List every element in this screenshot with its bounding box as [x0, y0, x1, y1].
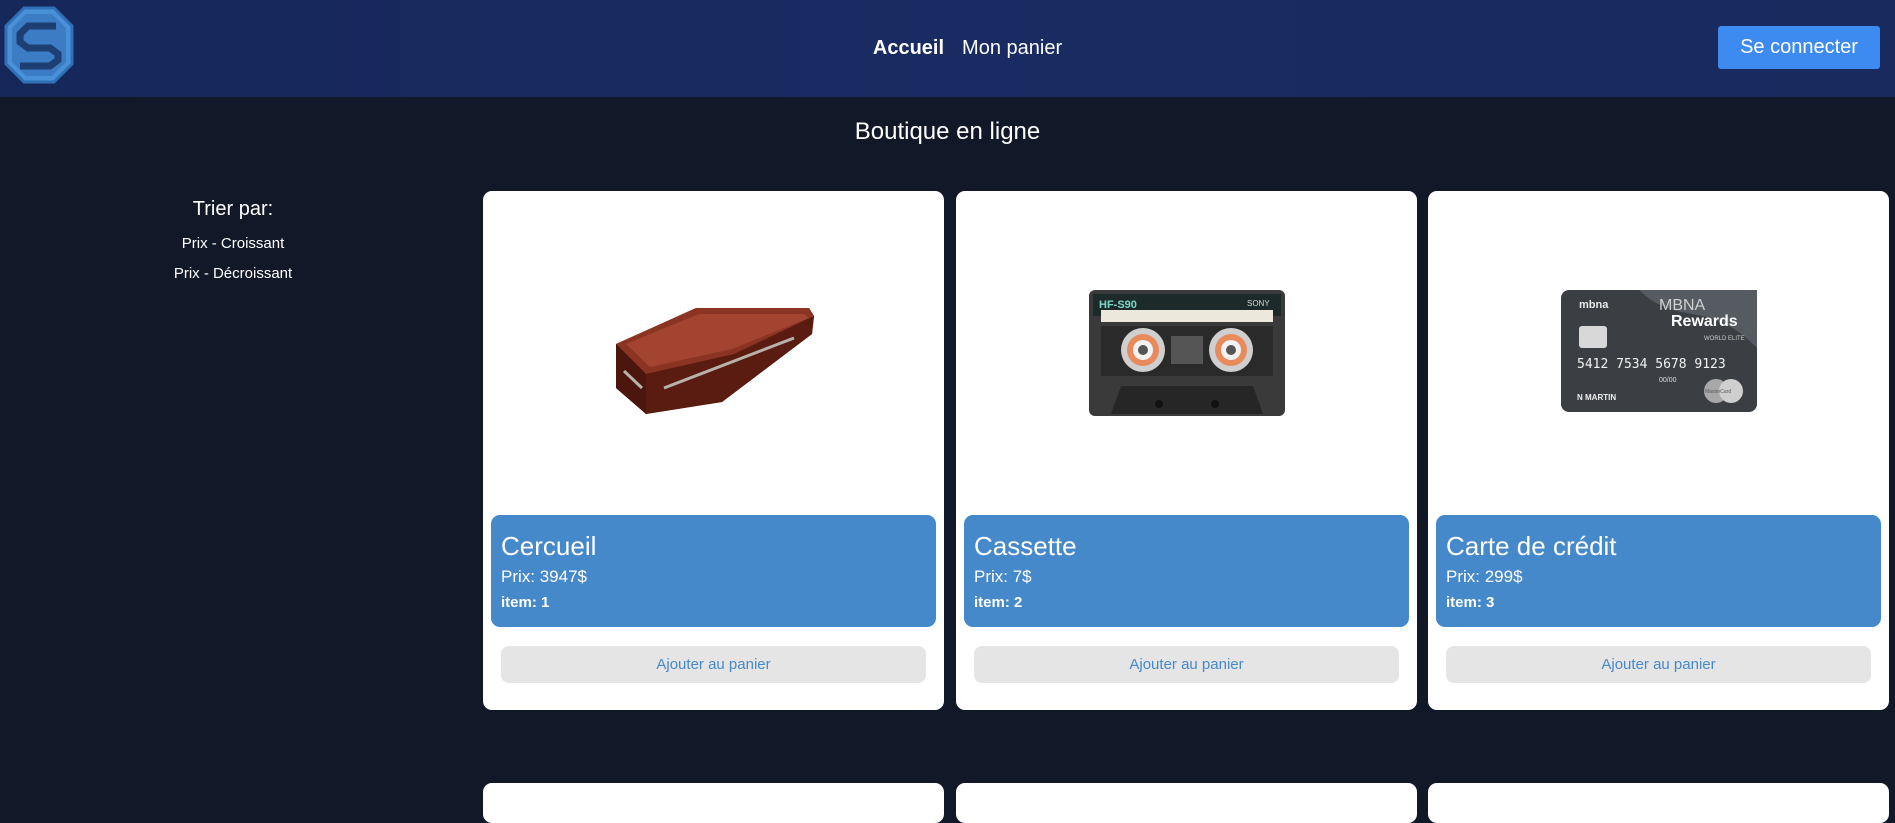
nav-mon-panier[interactable]: Mon panier	[962, 37, 1062, 60]
page-title-text: Boutique en ligne	[854, 118, 1041, 145]
product-card-partial	[1428, 783, 1889, 823]
sort-price-descending[interactable]: Prix - Décroissant	[130, 265, 336, 282]
add-to-cart-button[interactable]: Ajouter au panier	[1446, 646, 1871, 683]
product-image-container: HF-S90 SONY	[956, 191, 1417, 511]
login-button[interactable]: Se connecter	[1718, 26, 1880, 69]
card-expiry-label: 00/00	[1659, 377, 1677, 384]
add-to-cart-button[interactable]: Ajouter au panier	[974, 646, 1399, 683]
product-item-id: item: 3	[1446, 594, 1495, 611]
product-item-id: item: 2	[974, 594, 1023, 611]
product-item-id: item: 1	[501, 594, 550, 611]
page-title: Boutique en ligne	[0, 118, 1895, 146]
product-price: Prix: 3947$	[501, 567, 587, 586]
sort-panel: Trier par: Prix - Croissant Prix - Décro…	[130, 198, 336, 295]
product-card: HF-S90 SONY Cassette Prix: 7$ item: 2 Aj…	[956, 191, 1417, 710]
card-holder-label: N MARTIN	[1577, 393, 1616, 402]
card-number-label: 5412 7534 5678 9123	[1577, 357, 1726, 372]
product-card: mbna MBNA Rewards WORLD ELITE 5412 7534 …	[1428, 191, 1889, 710]
card-tier-label: WORLD ELITE	[1704, 336, 1745, 342]
product-info: Carte de crédit Prix: 299$ item: 3	[1436, 515, 1881, 627]
card-bank-label: mbna	[1579, 299, 1609, 311]
product-name: Carte de crédit	[1446, 531, 1617, 561]
card-network-label: MasterCard	[1705, 389, 1731, 395]
cassette-brand-label: SONY	[1247, 299, 1270, 308]
credit-card-image: mbna MBNA Rewards WORLD ELITE 5412 7534 …	[1560, 290, 1757, 412]
nav-accueil[interactable]: Accueil	[873, 37, 944, 60]
product-image-container	[483, 191, 944, 511]
cassette-model-label: HF-S90	[1099, 299, 1137, 311]
card-program-label: Rewards	[1671, 313, 1738, 330]
main-nav: Accueil Mon panier	[0, 0, 1895, 97]
product-info: Cassette Prix: 7$ item: 2	[964, 515, 1409, 627]
product-name: Cassette	[974, 531, 1077, 561]
product-price: Prix: 7$	[974, 567, 1032, 586]
cassette-image: HF-S90 SONY	[1088, 290, 1285, 416]
product-info: Cercueil Prix: 3947$ item: 1	[491, 515, 936, 627]
product-card-partial	[956, 783, 1417, 823]
sort-title: Trier par:	[192, 198, 274, 220]
sort-price-ascending[interactable]: Prix - Croissant	[130, 235, 336, 252]
add-to-cart-button[interactable]: Ajouter au panier	[501, 646, 926, 683]
card-brand-label: MBNA	[1659, 297, 1706, 314]
product-card: Cercueil Prix: 3947$ item: 1 Ajouter au …	[483, 191, 944, 710]
header: Accueil Mon panier Se connecter	[0, 0, 1895, 97]
product-image-container: mbna MBNA Rewards WORLD ELITE 5412 7534 …	[1428, 191, 1889, 511]
coffin-image	[615, 308, 814, 414]
product-price: Prix: 299$	[1446, 567, 1523, 586]
product-name: Cercueil	[501, 531, 597, 561]
product-card-partial	[483, 783, 944, 823]
